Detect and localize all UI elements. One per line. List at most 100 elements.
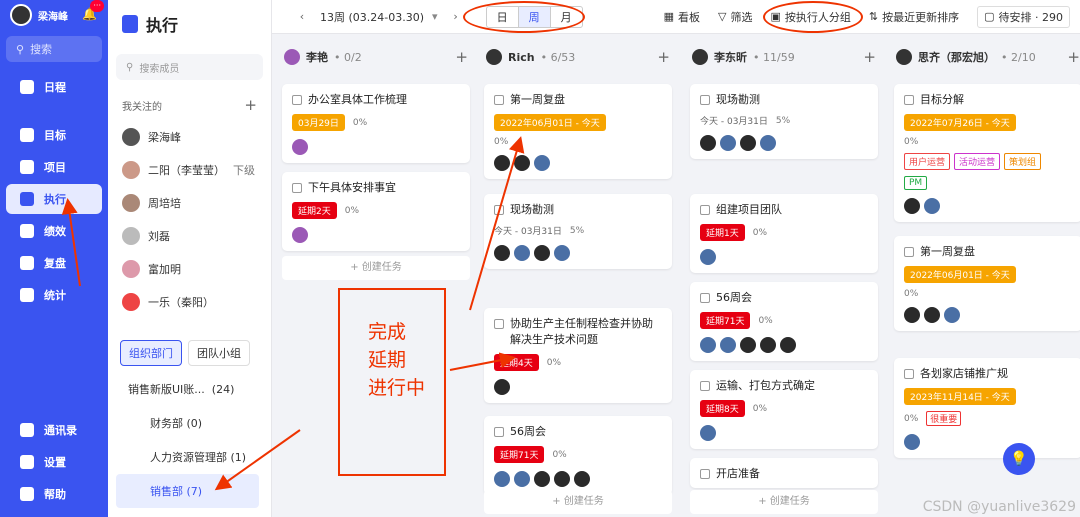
task-checkbox[interactable]: [700, 381, 710, 391]
task-checkbox[interactable]: [700, 469, 710, 479]
member-item[interactable]: 二阳（李莹莹） 下级: [108, 153, 271, 186]
kanban-button[interactable]: ▦ 看板: [664, 9, 700, 25]
task-checkbox[interactable]: [292, 95, 302, 105]
task-checkbox[interactable]: [904, 369, 914, 379]
task-card[interactable]: 各划家店铺推广规 2023年11月14日 - 今天 0% 很重要: [894, 358, 1080, 458]
filter-button[interactable]: ▽ 筛选: [718, 9, 752, 25]
avatar: [292, 139, 308, 155]
avatar[interactable]: [10, 4, 32, 26]
calendar-icon: ▢: [984, 10, 995, 23]
sort-icon: ⇅: [868, 10, 879, 23]
create-task-button[interactable]: + 创建任务: [282, 256, 470, 280]
nav-item-review[interactable]: 复盘: [6, 248, 102, 278]
execute-icon: [122, 15, 138, 33]
follow-section: 我关注的 +: [122, 96, 257, 114]
nav-username: 梁海峰: [38, 11, 68, 23]
page-title: 执行: [108, 0, 271, 48]
main-nav: 梁海峰 🔔 ··· ⚲ 搜索 日程 目标 项目 执行 绩效 复盘 统计 通讯录 设置…: [0, 0, 108, 517]
avatar: [692, 49, 708, 65]
member-item[interactable]: 富加明: [108, 252, 271, 285]
review-icon: [20, 256, 34, 270]
avatar: [122, 226, 140, 245]
task-checkbox[interactable]: [494, 95, 504, 105]
avatar: [122, 160, 140, 179]
task-checkbox[interactable]: [904, 95, 914, 105]
task-card[interactable]: 办公室具体工作梳理 03月29日 0%: [282, 84, 470, 163]
task-checkbox[interactable]: [904, 247, 914, 257]
avatar: [122, 127, 140, 146]
task-card[interactable]: 现场勘测 今天 - 03月31日 5%: [484, 194, 672, 269]
task-checkbox[interactable]: [700, 95, 710, 105]
nav-item-schedule[interactable]: 日程: [6, 72, 102, 102]
task-card[interactable]: 第一周复盘 2022年06月01日 - 今天 0%: [484, 84, 672, 179]
prev-week-button[interactable]: ‹: [292, 10, 312, 23]
task-card[interactable]: 目标分解 2022年07月26日 - 今天 0% 用户运营 活动运营 策划组PM: [894, 84, 1080, 222]
avatar: [122, 292, 140, 311]
watermark: CSDN @yuanlive3629: [922, 499, 1076, 515]
member-item[interactable]: 梁海峰: [108, 120, 271, 153]
member-item[interactable]: 一乐（秦阳）: [108, 285, 271, 318]
annotation-text: 完成 延期 进行中: [368, 321, 426, 399]
task-card[interactable]: 56周会 延期71天 0%: [484, 416, 672, 495]
add-task-button[interactable]: +: [455, 48, 468, 66]
avatar: [122, 193, 140, 212]
dept-item[interactable]: 人力资源管理部 (1): [108, 440, 271, 474]
task-checkbox[interactable]: [494, 427, 504, 437]
org-root[interactable]: 销售新版UI账... (24): [108, 372, 271, 406]
target-icon: [20, 128, 34, 142]
add-task-button[interactable]: +: [1067, 48, 1080, 66]
column-lidongxin: 李东昕 • 11/59 + 现场勘测 今天 - 03月31日 5% 组建项目团队 延期…: [684, 44, 884, 514]
nav-item-settings[interactable]: 设置: [6, 447, 102, 477]
nav-item-help[interactable]: 帮助: [6, 479, 102, 509]
performance-icon: [20, 224, 34, 238]
nav-item-stats[interactable]: 统计: [6, 280, 102, 310]
task-checkbox[interactable]: [494, 319, 504, 329]
add-task-button[interactable]: +: [863, 48, 876, 66]
tab-team[interactable]: 团队小组: [188, 340, 250, 366]
nav-item-contacts[interactable]: 通讯录: [6, 415, 102, 445]
tab-org[interactable]: 组织部门: [120, 340, 182, 366]
task-card[interactable]: 下午具体安排事宜 延期2天 0%: [282, 172, 470, 251]
avatar: [284, 49, 300, 65]
chevron-down-icon[interactable]: ▾: [432, 10, 438, 23]
toolbar: ‹ 13周 (03.24-03.30) ▾ › 日 周 月 ▦ 看板 ▽ 筛选 ▣ 按…: [272, 0, 1080, 34]
task-card[interactable]: 现场勘测 今天 - 03月31日 5%: [690, 84, 878, 159]
nav-item-performance[interactable]: 绩效: [6, 216, 102, 246]
week-selector[interactable]: 13周 (03.24-03.30): [312, 9, 432, 25]
member-search-input[interactable]: ⚲ 搜索成员: [116, 54, 263, 80]
task-card[interactable]: 协助生产主任制程检查并协助解决生产技术问题 延期4天 0%: [484, 308, 672, 403]
task-checkbox[interactable]: [700, 293, 710, 303]
task-card[interactable]: 第一周复盘 2022年06月01日 - 今天 0%: [894, 236, 1080, 331]
task-checkbox[interactable]: [292, 183, 302, 193]
search-icon: ⚲: [126, 61, 134, 73]
task-card[interactable]: 运输、打包方式确定 延期8天 0%: [690, 370, 878, 449]
create-task-button[interactable]: + 创建任务: [484, 490, 672, 514]
nav-item-goal[interactable]: 目标: [6, 120, 102, 150]
task-checkbox[interactable]: [494, 205, 504, 215]
task-checkbox[interactable]: [700, 205, 710, 215]
annotation-ellipse: [763, 1, 863, 33]
dept-item[interactable]: 财务部 (0): [108, 406, 271, 440]
nav-item-execute[interactable]: 执行: [6, 184, 102, 214]
cube-icon: [20, 160, 34, 174]
member-item[interactable]: 周培培: [108, 186, 271, 219]
add-task-button[interactable]: +: [657, 48, 670, 66]
column-rich: Rich • 6/53 + 第一周复盘 2022年06月01日 - 今天 0% 现场…: [478, 44, 678, 514]
execute-icon: [20, 192, 34, 206]
pending-button[interactable]: ▢ 待安排 · 290: [977, 5, 1070, 28]
task-card[interactable]: 开店准备: [690, 458, 878, 488]
contacts-icon: [20, 423, 34, 437]
add-follow-button[interactable]: +: [244, 96, 257, 114]
nav-search[interactable]: ⚲ 搜索: [6, 36, 102, 62]
member-item[interactable]: 刘磊: [108, 219, 271, 252]
bulb-icon: 💡: [1010, 451, 1028, 467]
nav-item-project[interactable]: 项目: [6, 152, 102, 182]
dept-item-active[interactable]: 销售部 (7): [116, 474, 259, 508]
task-card[interactable]: 组建项目团队 延期1天 0%: [690, 194, 878, 273]
bell-icon[interactable]: 🔔 ···: [82, 0, 104, 23]
sort-button[interactable]: ⇅ 按最近更新排序: [869, 9, 959, 25]
avatar: [486, 49, 502, 65]
create-task-button[interactable]: + 创建任务: [690, 490, 878, 514]
task-card[interactable]: 56周会 延期71天 0%: [690, 282, 878, 361]
help-fab-button[interactable]: 💡: [1003, 443, 1035, 475]
